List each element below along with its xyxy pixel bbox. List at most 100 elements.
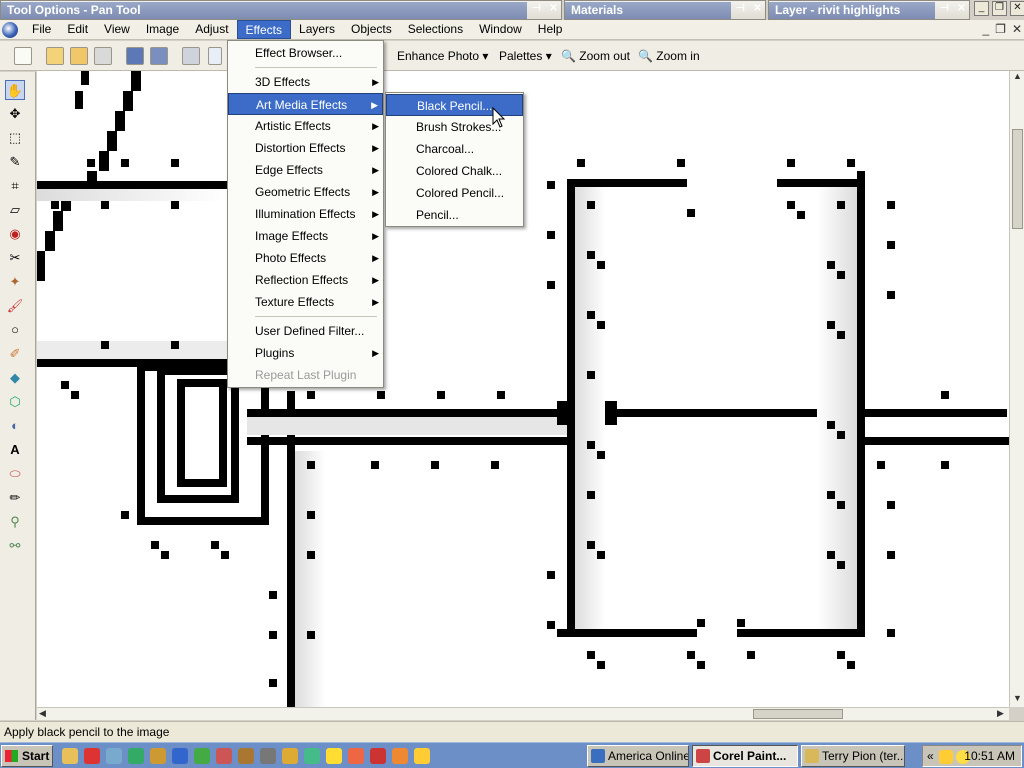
quicklaunch-icon-13[interactable] bbox=[326, 748, 342, 764]
quicklaunch-icon-15[interactable] bbox=[370, 748, 386, 764]
pan-tool-icon[interactable]: ✋ bbox=[5, 80, 25, 100]
effects-distortion-item[interactable]: Distortion Effects ▶ bbox=[228, 137, 383, 159]
pin-icon[interactable]: ⊣ bbox=[529, 3, 544, 18]
close-window-icon[interactable]: ✕ bbox=[1010, 1, 1024, 16]
pencil-tool-icon[interactable]: ✏ bbox=[5, 488, 25, 508]
pencil-item[interactable]: Pencil... bbox=[386, 204, 523, 226]
menu-effects[interactable]: Effects bbox=[236, 20, 292, 39]
zoom-in-button[interactable]: 🔍 Zoom in bbox=[638, 46, 700, 66]
task-terry-pion[interactable]: Terry Pion (ter... bbox=[801, 745, 905, 767]
preset-shape-icon[interactable]: ⬭ bbox=[5, 464, 25, 484]
materials-palette-bar[interactable]: Materials ⊣ ✕ bbox=[564, 0, 766, 20]
vertical-scroll-thumb[interactable] bbox=[1012, 129, 1023, 229]
tray-hand-icon[interactable] bbox=[939, 750, 953, 764]
doc-close-icon[interactable]: ✕ bbox=[1012, 22, 1022, 36]
pin-icon[interactable]: ⊣ bbox=[733, 3, 748, 18]
effects-geometric-item[interactable]: Geometric Effects ▶ bbox=[228, 181, 383, 203]
move-tool-icon[interactable]: ✥ bbox=[5, 104, 25, 124]
charcoal-item[interactable]: Charcoal... bbox=[386, 138, 523, 160]
browse-icon[interactable] bbox=[70, 47, 88, 65]
doc-minimize-icon[interactable]: _ bbox=[982, 22, 989, 36]
tray-chevron-icon[interactable]: « bbox=[927, 749, 934, 763]
quicklaunch-icon-5[interactable] bbox=[150, 748, 166, 764]
quicklaunch-icon-4[interactable] bbox=[128, 748, 144, 764]
menu-image[interactable]: Image bbox=[138, 20, 187, 39]
quicklaunch-icon-16[interactable] bbox=[392, 748, 408, 764]
close-icon[interactable]: ✕ bbox=[954, 3, 969, 18]
menu-layers[interactable]: Layers bbox=[291, 20, 343, 39]
vertical-scrollbar[interactable]: ▲ ▼ bbox=[1009, 71, 1024, 707]
close-icon[interactable]: ✕ bbox=[750, 3, 765, 18]
effects-art-media-item[interactable]: Art Media Effects ▶ bbox=[228, 93, 383, 115]
quicklaunch-icon-11[interactable] bbox=[282, 748, 298, 764]
open-folder-icon[interactable] bbox=[46, 47, 64, 65]
tool-options-palette-bar[interactable]: Tool Options - Pan Tool ⊣ ✕ bbox=[0, 0, 562, 20]
close-icon[interactable]: ✕ bbox=[546, 3, 561, 18]
layer-palette-bar[interactable]: Layer - rivit highlights ⊣ ✕ bbox=[768, 0, 970, 20]
retouch-tool-icon[interactable]: ◐ bbox=[5, 416, 25, 436]
clone-tool-icon[interactable]: ✂ bbox=[5, 248, 25, 268]
quicklaunch-icon-1[interactable] bbox=[62, 748, 78, 764]
menu-edit[interactable]: Edit bbox=[59, 20, 96, 39]
effects-3d-item[interactable]: 3D Effects ▶ bbox=[228, 71, 383, 93]
quicklaunch-icon-14[interactable] bbox=[348, 748, 364, 764]
menu-objects[interactable]: Objects bbox=[343, 20, 400, 39]
colored-pencil-item[interactable]: Colored Pencil... bbox=[386, 182, 523, 204]
task-america-online[interactable]: America Online bbox=[587, 745, 689, 767]
colored-chalk-item[interactable]: Colored Chalk... bbox=[386, 160, 523, 182]
warp-tool-icon[interactable]: ⚯ bbox=[5, 536, 25, 556]
effect-browser-item[interactable]: Effect Browser... bbox=[228, 42, 383, 64]
brush-variance-icon[interactable]: ⚲ bbox=[5, 512, 25, 532]
quicklaunch-icon-6[interactable] bbox=[172, 748, 188, 764]
horizontal-scrollbar[interactable]: ◀ ▶ bbox=[37, 707, 1009, 720]
clock[interactable]: 10:51 AM bbox=[964, 749, 1015, 763]
app-logo-icon[interactable] bbox=[2, 21, 18, 38]
scan-icon[interactable] bbox=[94, 47, 112, 65]
dropper-tool-icon[interactable]: ✎ bbox=[5, 152, 25, 172]
menu-adjust[interactable]: Adjust bbox=[187, 20, 236, 39]
doc-restore-icon[interactable]: ❐ bbox=[995, 22, 1006, 36]
quicklaunch-icon-10[interactable] bbox=[260, 748, 276, 764]
scroll-left-icon[interactable]: ◀ bbox=[39, 708, 46, 719]
start-button[interactable]: Start bbox=[1, 745, 53, 767]
text-tool-icon[interactable]: A bbox=[5, 440, 25, 460]
plugins-item[interactable]: Plugins ▶ bbox=[228, 342, 383, 364]
quicklaunch-icon-12[interactable] bbox=[304, 748, 320, 764]
crop-tool-icon[interactable]: ⌗ bbox=[5, 176, 25, 196]
new-file-icon[interactable] bbox=[14, 47, 32, 65]
enhance-photo-button[interactable]: Enhance Photo ▾ bbox=[397, 46, 488, 66]
pin-icon[interactable]: ⊣ bbox=[937, 3, 952, 18]
picture-tube-icon[interactable]: ✐ bbox=[5, 344, 25, 364]
effects-image-item[interactable]: Image Effects ▶ bbox=[228, 225, 383, 247]
effects-artistic-item[interactable]: Artistic Effects ▶ bbox=[228, 115, 383, 137]
eraser-tool-icon[interactable]: ○ bbox=[5, 320, 25, 340]
quicklaunch-icon-17[interactable] bbox=[414, 748, 430, 764]
quicklaunch-icon-7[interactable] bbox=[194, 748, 210, 764]
flood-fill-icon[interactable]: ◆ bbox=[5, 368, 25, 388]
effects-illumination-item[interactable]: Illumination Effects ▶ bbox=[228, 203, 383, 225]
zoom-out-button[interactable]: 🔍 Zoom out bbox=[561, 46, 630, 66]
quicklaunch-icon-3[interactable] bbox=[106, 748, 122, 764]
effects-edge-item[interactable]: Edge Effects ▶ bbox=[228, 159, 383, 181]
horizontal-scroll-thumb[interactable] bbox=[753, 709, 843, 719]
menu-selections[interactable]: Selections bbox=[400, 20, 471, 39]
red-eye-tool-icon[interactable]: ◉ bbox=[5, 224, 25, 244]
undo-icon[interactable] bbox=[208, 47, 222, 65]
effects-reflection-item[interactable]: Reflection Effects ▶ bbox=[228, 269, 383, 291]
quicklaunch-icon-2[interactable] bbox=[84, 748, 100, 764]
menu-file[interactable]: File bbox=[24, 20, 59, 39]
effects-texture-item[interactable]: Texture Effects ▶ bbox=[228, 291, 383, 313]
scroll-down-icon[interactable]: ▼ bbox=[1013, 693, 1022, 703]
scroll-right-icon[interactable]: ▶ bbox=[997, 708, 1004, 719]
restore-icon[interactable]: ❐ bbox=[992, 1, 1007, 16]
pen-tool-icon[interactable]: ⬡ bbox=[5, 392, 25, 412]
minimize-icon[interactable]: _ bbox=[974, 1, 989, 16]
save-icon[interactable] bbox=[126, 47, 144, 65]
quicklaunch-icon-9[interactable] bbox=[238, 748, 254, 764]
quicklaunch-icon-8[interactable] bbox=[216, 748, 232, 764]
selection-tool-icon[interactable]: ⬚ bbox=[5, 128, 25, 148]
save-as-icon[interactable] bbox=[150, 47, 168, 65]
print-icon[interactable] bbox=[182, 47, 200, 65]
effects-photo-item[interactable]: Photo Effects ▶ bbox=[228, 247, 383, 269]
menu-help[interactable]: Help bbox=[530, 20, 571, 39]
